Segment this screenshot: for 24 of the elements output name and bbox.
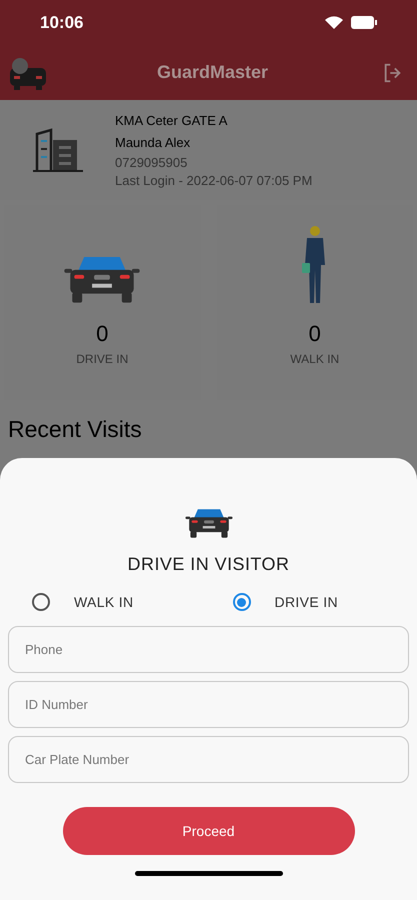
- radio-option[interactable]: WALK IN: [8, 586, 208, 618]
- building-icon: [32, 128, 82, 172]
- wifi-icon: [325, 16, 343, 29]
- gate-name: KMA Ceter GATE A: [115, 112, 228, 130]
- car-icon: [62, 255, 142, 305]
- sheet-title: DRIVE IN VISITOR: [128, 553, 290, 576]
- guard-phone: 0729095905: [115, 154, 188, 172]
- car-icon: [184, 508, 234, 539]
- guard-name: Maunda Alex: [115, 134, 192, 152]
- stat-count: 0: [96, 320, 108, 348]
- proceed-button[interactable]: Proceed: [62, 807, 354, 855]
- battery-icon: [351, 16, 377, 29]
- section-title: Recent Visits: [8, 416, 142, 442]
- input-field[interactable]: Phone: [8, 626, 409, 673]
- stat-label: WALK IN: [290, 351, 340, 368]
- stat-label: DRIVE IN: [76, 351, 128, 368]
- status-time: 10:06: [40, 12, 84, 34]
- radio-option[interactable]: DRIVE IN: [208, 586, 409, 618]
- app-title: GuardMaster: [156, 61, 268, 84]
- logo-icon: [8, 56, 48, 90]
- stat-count: 0: [308, 320, 321, 348]
- input-field[interactable]: Car Plate Number: [8, 736, 409, 783]
- last-login: Last Login - 2022-06-07 07:05 PM: [115, 172, 312, 190]
- input-field[interactable]: ID Number: [8, 681, 409, 728]
